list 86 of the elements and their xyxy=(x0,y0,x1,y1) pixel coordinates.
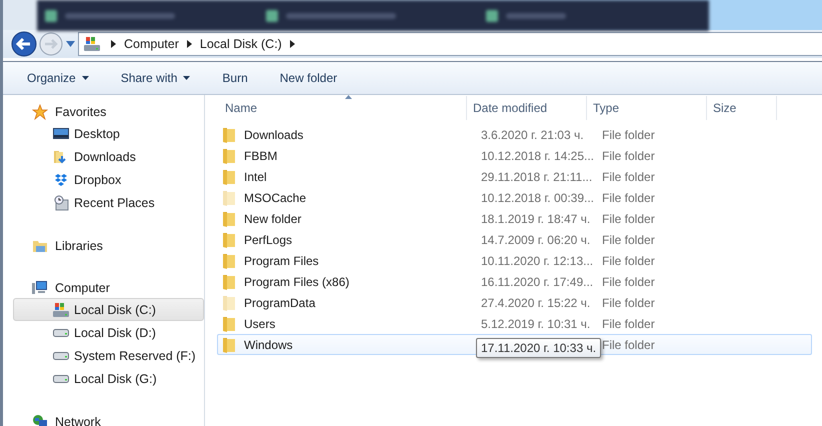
file-name: Windows xyxy=(244,338,293,352)
caret-icon xyxy=(183,76,190,80)
chevron-icon[interactable] xyxy=(111,40,116,48)
sidebar-group[interactable]: Favorites xyxy=(3,101,204,122)
file-row[interactable]: New folder 18.1.2019 г. 18:47 ч. File folder xyxy=(217,208,812,229)
toolbar-button[interactable]: Organize xyxy=(19,67,97,89)
file-name: Program Files (x86) xyxy=(244,274,350,288)
drive-icon xyxy=(53,374,69,382)
file-row[interactable]: Program Files (x86) 16.11.2020 г. 17:49... File folder xyxy=(217,271,812,292)
sidebar-group[interactable]: Libraries xyxy=(3,235,204,256)
breadcrumb[interactable]: Computer xyxy=(124,37,179,51)
column-header[interactable]: Date modified xyxy=(467,96,587,120)
globe-icon xyxy=(32,414,48,426)
date-text: 3.6.2020 г. 21:03 ч. xyxy=(481,128,584,142)
type-text: File folder xyxy=(602,190,655,204)
tooltip: 17.11.2020 г. 10:33 ч. xyxy=(476,338,602,358)
column-header[interactable]: Type xyxy=(587,96,707,120)
date-text: 27.4.2020 г. 15:22 ч. xyxy=(481,296,590,310)
date-text: 29.11.2018 г. 21:11... xyxy=(481,170,592,184)
dropdown-icon[interactable] xyxy=(66,41,75,47)
address-bar[interactable]: Computer Local Disk (C:) xyxy=(78,32,822,56)
computer-icon xyxy=(32,280,48,296)
date-text: 10.12.2018 г. 14:25... xyxy=(481,148,594,162)
sidebar-item[interactable]: Recent Places xyxy=(13,191,204,214)
type-text: File folder xyxy=(602,254,655,268)
monitor-icon xyxy=(53,126,69,140)
file-row[interactable]: Program Files 10.11.2020 г. 12:13... File folder xyxy=(217,250,812,271)
column-header[interactable]: Size xyxy=(707,96,777,120)
recent-places-icon xyxy=(53,194,69,210)
sidebar-item[interactable]: Local Disk (D:) xyxy=(13,321,204,344)
drive-icon xyxy=(53,302,69,318)
column-header[interactable]: Name xyxy=(205,96,467,120)
date-text: 14.7.2009 г. 06:20 ч. xyxy=(481,232,590,246)
toolbar-button[interactable]: Burn xyxy=(214,67,256,89)
sidebar-group[interactable]: Network xyxy=(3,411,204,426)
type-text: File folder xyxy=(602,274,655,288)
chevron-icon[interactable] xyxy=(186,40,192,48)
type-text: File folder xyxy=(602,316,655,330)
drive-icon xyxy=(53,352,69,360)
file-name: Downloads xyxy=(244,128,304,142)
date-text: 10.12.2018 г. 00:39... xyxy=(481,190,594,204)
date-text: 16.11.2020 г. 17:49... xyxy=(481,274,594,288)
file-row[interactable]: FBBM 10.12.2018 г. 14:25... File folder xyxy=(217,145,812,166)
sidebar-item[interactable]: Desktop xyxy=(13,122,204,145)
sidebar-item[interactable]: System Reserved (F:) xyxy=(13,344,204,367)
file-row[interactable]: Downloads 3.6.2020 г. 21:03 ч. File folder xyxy=(217,124,812,145)
sidebar-item[interactable]: Local Disk (C:) xyxy=(13,298,204,321)
back-button[interactable] xyxy=(11,31,37,57)
sidebar-item[interactable]: Dropbox xyxy=(13,168,204,191)
file-name: FBBM xyxy=(244,148,278,162)
file-row[interactable]: MSOCache 10.12.2018 г. 00:39... File folder xyxy=(217,187,812,208)
file-row[interactable]: ProgramData 27.4.2020 г. 15:22 ч. File folder xyxy=(217,292,812,313)
type-text: File folder xyxy=(602,148,655,162)
sidebar-item[interactable]: Local Disk (G:) xyxy=(13,367,204,390)
file-row[interactable]: Intel 29.11.2018 г. 21:11... File folder xyxy=(217,166,812,187)
file-row[interactable]: Users 5.12.2019 г. 10:31 ч. File folder xyxy=(217,313,812,334)
file-name: MSOCache xyxy=(244,190,306,204)
file-name: ProgramData xyxy=(244,296,316,310)
type-text: File folder xyxy=(602,212,655,226)
caret-icon xyxy=(82,76,89,80)
date-text: 18.1.2019 г. 18:47 ч. xyxy=(481,212,590,226)
date-text: 5.12.2019 г. 10:31 ч. xyxy=(481,316,590,330)
file-row[interactable]: PerfLogs 14.7.2009 г. 06:20 ч. File folder xyxy=(217,229,812,250)
type-text: File folder xyxy=(602,338,655,352)
dropbox-icon xyxy=(54,172,68,186)
file-name: Program Files xyxy=(244,254,319,268)
chevron-icon[interactable] xyxy=(290,40,295,48)
drive-icon xyxy=(53,328,69,336)
sort-arrow-icon xyxy=(345,95,352,99)
sidebar-group[interactable]: Computer xyxy=(3,277,204,298)
type-text: File folder xyxy=(602,128,655,142)
type-text: File folder xyxy=(602,170,655,184)
file-name: Intel xyxy=(244,170,267,184)
file-name: Users xyxy=(244,316,276,330)
file-name: New folder xyxy=(244,212,302,226)
type-text: File folder xyxy=(602,296,655,310)
file-row[interactable]: Windows 17.11.2020 г. 10:33 ч. File folder xyxy=(217,334,812,355)
breadcrumb[interactable]: Local Disk (C:) xyxy=(200,37,282,51)
toolbar-button[interactable]: Share with xyxy=(112,67,198,89)
toolbar-button[interactable]: New folder xyxy=(272,67,346,89)
drive-icon xyxy=(83,36,101,52)
type-text: File folder xyxy=(602,232,655,246)
sidebar-item[interactable]: Downloads xyxy=(13,145,204,168)
star-icon xyxy=(32,104,48,120)
date-text: 10.11.2020 г. 12:13... xyxy=(481,254,594,268)
file-name: PerfLogs xyxy=(244,232,292,246)
